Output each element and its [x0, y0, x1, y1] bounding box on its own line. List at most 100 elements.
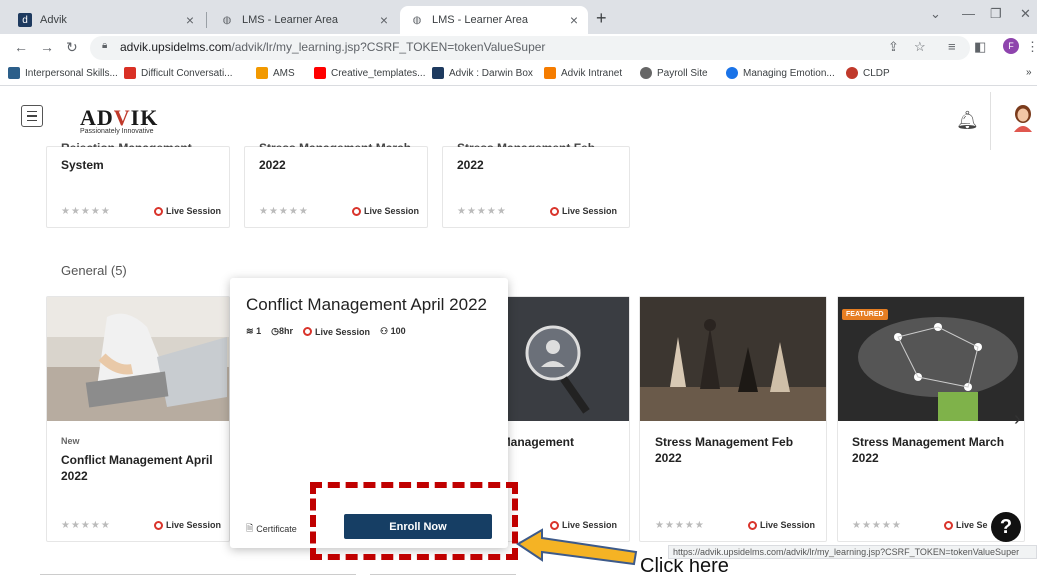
- bookmark-icon: [124, 67, 136, 79]
- tab-separator: [206, 12, 207, 28]
- close-window-button[interactable]: ✕: [1020, 6, 1031, 22]
- layers-icon: ≋: [246, 326, 254, 336]
- notification-bell-icon[interactable]: 🔔︎: [956, 110, 979, 131]
- live-session-badge: Live Session: [550, 206, 617, 216]
- forward-icon[interactable]: →: [40, 39, 54, 55]
- live-dot-icon: [154, 206, 163, 216]
- advik-favicon-icon: d: [18, 13, 32, 27]
- live-session-badge: Live Session: [352, 206, 419, 216]
- annotation-arrow-icon: [516, 528, 638, 566]
- course-title-cut: Stress Management March: [259, 140, 411, 147]
- close-tab-icon[interactable]: ×: [380, 12, 388, 28]
- duration-stat: ◷8hr: [271, 326, 293, 336]
- globe-icon: [640, 67, 652, 79]
- live-session-badge: Live Se: [944, 520, 988, 530]
- live-session-badge: Live Session: [748, 520, 815, 530]
- featured-badge: FEATURED: [842, 309, 888, 320]
- hover-course-title: Conflict Management April 2022: [246, 295, 487, 314]
- course-title: 2022: [259, 158, 286, 172]
- rating-stars: ★★★★★: [259, 206, 309, 217]
- course-meta: ≋ 1 ◷8hr Live Session ⚇ 100: [246, 326, 406, 337]
- intranet-icon: [544, 67, 556, 79]
- tab-search-icon[interactable]: ⌄: [930, 6, 941, 22]
- new-tab-button[interactable]: +: [596, 8, 607, 29]
- back-icon[interactable]: ←: [14, 39, 28, 55]
- browser-tab-advik[interactable]: d Advik ×: [8, 6, 204, 34]
- logo-tagline: Passionately Innovative: [80, 128, 154, 135]
- certificate-label: 🗎︎ Certificate: [246, 521, 297, 537]
- url-text[interactable]: advik.upsidelms.com/advik/lr/my_learning…: [120, 40, 545, 54]
- bookmark-item[interactable]: Difficult Conversati...: [124, 67, 233, 79]
- enrolled-stat: ⚇ 100: [379, 326, 406, 336]
- live-dot-icon: [154, 520, 163, 530]
- tab-title: Advik: [40, 14, 67, 26]
- user-avatar-icon[interactable]: [1012, 104, 1034, 132]
- restore-button[interactable]: ❐: [990, 6, 1002, 22]
- darwinbox-icon: [432, 67, 444, 79]
- live-dot-icon: [550, 206, 559, 216]
- course-title-cut: Rejection Management: [61, 140, 192, 147]
- browser-tab-lms-1[interactable]: ◍ LMS - Learner Area ×: [210, 6, 398, 34]
- rating-stars: ★★★★★: [852, 520, 902, 531]
- bookmark-item[interactable]: AMS: [256, 67, 295, 79]
- bookmark-item[interactable]: Creative_templates...: [314, 67, 426, 79]
- bookmark-item[interactable]: Advik : Darwin Box: [432, 67, 533, 79]
- hamburger-menu-icon[interactable]: [21, 105, 43, 127]
- live-dot-icon: [302, 327, 312, 336]
- globe-icon: ◍: [412, 14, 422, 26]
- lock-icon[interactable]: 🔒︎: [102, 40, 107, 51]
- course-title-cut: Stress Management Feb: [457, 140, 595, 147]
- course-title: Conflict Management April 2022: [61, 453, 213, 483]
- live-dot-icon: [944, 520, 953, 530]
- rating-stars: ★★★★★: [655, 520, 705, 531]
- link-status-bar: https://advik.upsidelms.com/advik/lr/my_…: [668, 545, 1037, 559]
- course-title: 2022: [457, 158, 484, 172]
- rating-stars: ★★★★★: [457, 206, 507, 217]
- live-session-badge: Live Session: [154, 206, 221, 216]
- certificate-icon: 🗎︎: [246, 523, 254, 533]
- live-dot-icon: [748, 520, 757, 530]
- profile-avatar[interactable]: F: [1003, 38, 1019, 54]
- card-edge: [40, 574, 356, 581]
- course-thumbnail-chess: [640, 297, 826, 421]
- tab-title: LMS - Learner Area: [242, 14, 338, 26]
- course-title: System: [61, 158, 104, 172]
- highlight-dashed-box: [310, 482, 518, 560]
- share-icon[interactable]: ⇪: [888, 39, 899, 55]
- header-divider: [990, 92, 991, 150]
- bookmark-item[interactable]: Payroll Site: [640, 67, 708, 79]
- course-thumbnail-laptop: [47, 297, 229, 421]
- side-panel-icon[interactable]: ◧: [974, 39, 986, 55]
- reload-icon[interactable]: ↻: [66, 39, 78, 56]
- bookmarks-overflow[interactable]: »: [1026, 67, 1032, 78]
- session-type-stat: Live Session: [302, 327, 370, 337]
- live-session-badge: Live Session: [154, 520, 221, 530]
- close-tab-icon[interactable]: ×: [570, 12, 578, 28]
- globe-icon: ◍: [222, 14, 232, 26]
- bookmark-item[interactable]: Managing Emotion...: [726, 67, 835, 79]
- close-tab-icon[interactable]: ×: [186, 12, 194, 28]
- rating-stars: ★★★★★: [61, 206, 111, 217]
- section-title: General (5): [61, 263, 127, 278]
- carousel-next-icon[interactable]: ›: [1014, 408, 1021, 431]
- ams-icon: [256, 67, 268, 79]
- managing-emotion-icon: [726, 67, 738, 79]
- bookmark-star-icon[interactable]: ☆: [914, 39, 926, 55]
- course-title: Stress Management March 2022: [852, 435, 1005, 465]
- menu-kebab-icon[interactable]: ⋮: [1026, 39, 1037, 55]
- course-title: Stress Management Feb 2022: [655, 435, 794, 465]
- cldp-icon: [846, 67, 858, 79]
- live-dot-icon: [352, 206, 361, 216]
- browser-tab-lms-active[interactable]: ◍ LMS - Learner Area ×: [400, 6, 588, 34]
- youtube-icon: [314, 67, 326, 79]
- bookmark-item[interactable]: CLDP: [846, 67, 890, 79]
- reading-list-icon[interactable]: ≡: [948, 39, 956, 54]
- vishwa-icon: [8, 67, 20, 79]
- bookmark-item[interactable]: Advik Intranet: [544, 67, 622, 79]
- tab-title: LMS - Learner Area: [432, 14, 528, 26]
- minimize-button[interactable]: —: [962, 6, 975, 21]
- card-edge: [370, 574, 516, 581]
- new-badge: New: [61, 436, 80, 446]
- help-icon[interactable]: ?: [991, 512, 1021, 542]
- bookmark-item[interactable]: Interpersonal Skills...: [8, 67, 118, 79]
